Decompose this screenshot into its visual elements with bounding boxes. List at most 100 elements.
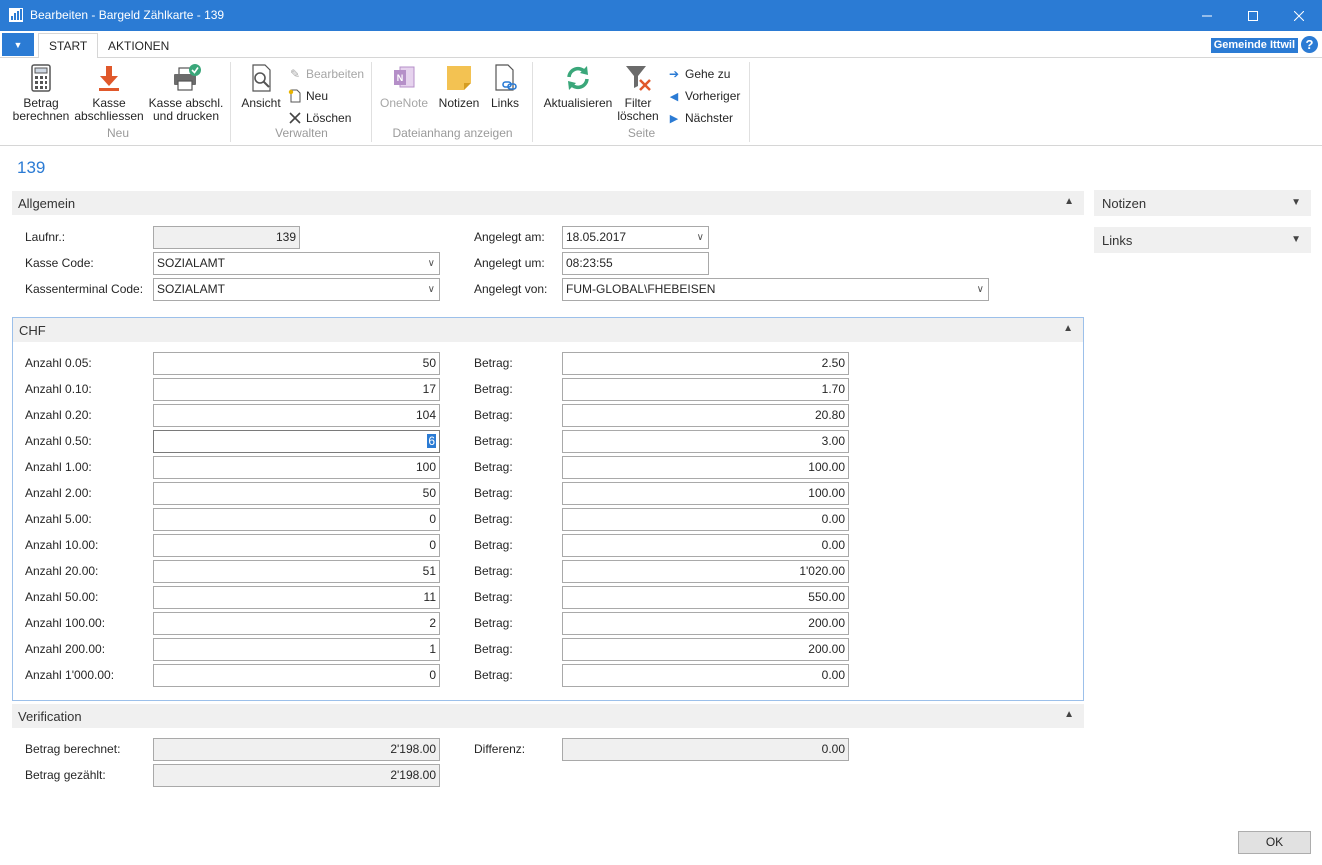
angelegt-am-date-picker[interactable]: 18.05.2017 ∨ <box>562 226 709 249</box>
chevron-down-icon: ∨ <box>427 258 435 269</box>
neu-button[interactable]: Neu <box>288 87 328 105</box>
betrag-field[interactable]: 20.80 <box>562 404 849 427</box>
close-icon <box>1294 10 1304 21</box>
angelegt-um-field[interactable]: 08:23:55 <box>562 252 709 275</box>
betrag-field[interactable]: 200.00 <box>562 638 849 661</box>
bearbeiten-button[interactable]: ✎ Bearbeiten <box>288 65 364 83</box>
betrag-label: Betrag: <box>474 408 513 422</box>
section-title-chf: CHF <box>19 322 46 338</box>
betrag-berechnen-button[interactable]: Betrag berechnen <box>10 62 72 123</box>
anzahl-input[interactable]: 17 <box>153 378 440 401</box>
close-button[interactable] <box>1276 0 1322 31</box>
anzahl-value: 0 <box>429 512 436 526</box>
minimize-button[interactable] <box>1184 0 1230 31</box>
angelegt-am-value: 18.05.2017 <box>566 230 627 244</box>
laufnr-field[interactable]: 139 <box>153 226 300 249</box>
anzahl-input[interactable]: 11 <box>153 586 440 609</box>
chevron-down-icon: ▼ <box>1291 234 1301 245</box>
naechster-button[interactable]: ▶ Nächster <box>667 109 733 127</box>
minimize-icon <box>1202 15 1212 16</box>
betrag-label: Betrag: <box>474 356 513 370</box>
kasse-abschliessen-button[interactable]: Kasse abschliessen <box>74 62 144 123</box>
betrag-label: Betrag: <box>474 616 513 630</box>
notizen-label: Notizen <box>438 96 480 110</box>
chevron-down-icon: ∨ <box>427 284 435 295</box>
anzahl-input[interactable]: 6 <box>153 430 440 453</box>
application-menu-button[interactable]: ▼ <box>2 33 34 56</box>
vorheriger-button[interactable]: ◀ Vorheriger <box>667 87 741 105</box>
betrag-field[interactable]: 200.00 <box>562 612 849 635</box>
app-icon <box>9 8 23 22</box>
anzahl-label: Anzahl 0.05: <box>25 356 92 370</box>
filter-loeschen-button[interactable]: Filter löschen <box>616 62 660 123</box>
anzahl-input[interactable]: 50 <box>153 352 440 375</box>
ribbon-group-verwalten: Ansicht ✎ Bearbeiten Neu Löschen Verwalt… <box>232 62 372 142</box>
factbox-notizen[interactable]: Notizen ▼ <box>1094 190 1311 216</box>
help-icon[interactable]: ? <box>1301 36 1318 53</box>
anzahl-value: 100 <box>415 460 436 474</box>
anzahl-input[interactable]: 0 <box>153 534 440 557</box>
gehe-zu-button[interactable]: ➔ Gehe zu <box>667 65 730 83</box>
ok-button[interactable]: OK <box>1238 831 1311 854</box>
betrag-gezaehlt-field[interactable]: 2'198.00 <box>153 764 440 787</box>
tab-aktionen[interactable]: AKTIONEN <box>98 33 179 59</box>
anzahl-input[interactable]: 0 <box>153 508 440 531</box>
anzahl-input[interactable]: 51 <box>153 560 440 583</box>
ansicht-button[interactable]: Ansicht <box>238 62 284 110</box>
ansicht-label: Ansicht <box>241 96 281 110</box>
maximize-button[interactable] <box>1230 0 1276 31</box>
anzahl-value: 2 <box>429 616 436 630</box>
loeschen-label: Löschen <box>306 111 352 125</box>
section-header-allgemein[interactable]: Allgemein ▲ <box>12 191 1084 215</box>
betrag-berechnet-field[interactable]: 2'198.00 <box>153 738 440 761</box>
anzahl-input[interactable]: 1 <box>153 638 440 661</box>
anzahl-input[interactable]: 2 <box>153 612 440 635</box>
factbox-links[interactable]: Links ▼ <box>1094 227 1311 253</box>
company-badge[interactable]: Gemeinde Ittwil <box>1210 38 1298 53</box>
betrag-field[interactable]: 0.00 <box>562 534 849 557</box>
tab-start[interactable]: START <box>38 33 99 59</box>
differenz-field[interactable]: 0.00 <box>562 738 849 761</box>
betrag-label: Betrag: <box>474 460 513 474</box>
clear-filter-icon <box>626 66 651 91</box>
betrag-field[interactable]: 0.00 <box>562 664 849 687</box>
aktualisieren-button[interactable]: Aktualisieren <box>542 62 614 110</box>
betrag-field[interactable]: 3.00 <box>562 430 849 453</box>
anzahl-input[interactable]: 50 <box>153 482 440 505</box>
betrag-field[interactable]: 0.00 <box>562 508 849 531</box>
kasse-drucken-label-2: und drucken <box>152 109 220 123</box>
betrag-field[interactable]: 100.00 <box>562 456 849 479</box>
ribbon-group-label-verwalten: Verwalten <box>275 126 328 140</box>
betrag-field[interactable]: 2.50 <box>562 352 849 375</box>
kasse-code-value: SOZIALAMT <box>157 256 226 270</box>
betrag-field[interactable]: 550.00 <box>562 586 849 609</box>
arrow-right-icon: ➔ <box>668 67 680 81</box>
angelegt-von-select[interactable]: FUM-GLOBAL\FHEBEISEN ∨ <box>562 278 989 301</box>
ribbon: Betrag berechnen Kasse abschliessen Kass… <box>0 58 1322 146</box>
betrag-field[interactable]: 1'020.00 <box>562 560 849 583</box>
svg-text:N: N <box>397 73 404 83</box>
loeschen-button[interactable]: Löschen <box>288 109 351 127</box>
betrag-field[interactable]: 1.70 <box>562 378 849 401</box>
notizen-button[interactable]: Notizen <box>435 62 483 110</box>
kassenterminal-select[interactable]: SOZIALAMT ∨ <box>153 278 440 301</box>
section-header-verification[interactable]: Verification ▲ <box>12 704 1084 728</box>
betrag-label: Betrag: <box>474 564 513 578</box>
anzahl-input[interactable]: 100 <box>153 456 440 479</box>
kasse-abschliessen-drucken-button[interactable]: Kasse abschl. und drucken <box>146 62 226 123</box>
section-title-verification: Verification <box>18 708 82 724</box>
delete-x-icon <box>289 112 301 124</box>
anzahl-input[interactable]: 104 <box>153 404 440 427</box>
betrag-berechnet-label: Betrag berechnet: <box>25 742 121 756</box>
anzahl-input[interactable]: 0 <box>153 664 440 687</box>
anzahl-label: Anzahl 0.10: <box>25 382 92 396</box>
links-button[interactable]: Links <box>485 62 525 110</box>
onenote-button[interactable]: N OneNote <box>379 62 429 110</box>
kasse-code-select[interactable]: SOZIALAMT ∨ <box>153 252 440 275</box>
betrag-label: Betrag: <box>474 434 513 448</box>
title-bar: Bearbeiten - Bargeld Zählkarte - 139 <box>0 0 1322 31</box>
section-header-chf[interactable]: CHF ▲ <box>13 318 1083 342</box>
betrag-field[interactable]: 100.00 <box>562 482 849 505</box>
triangle-right-icon: ▶ <box>669 112 679 125</box>
ribbon-tab-bar: ▼ START AKTIONEN Gemeinde Ittwil ? <box>0 31 1322 59</box>
